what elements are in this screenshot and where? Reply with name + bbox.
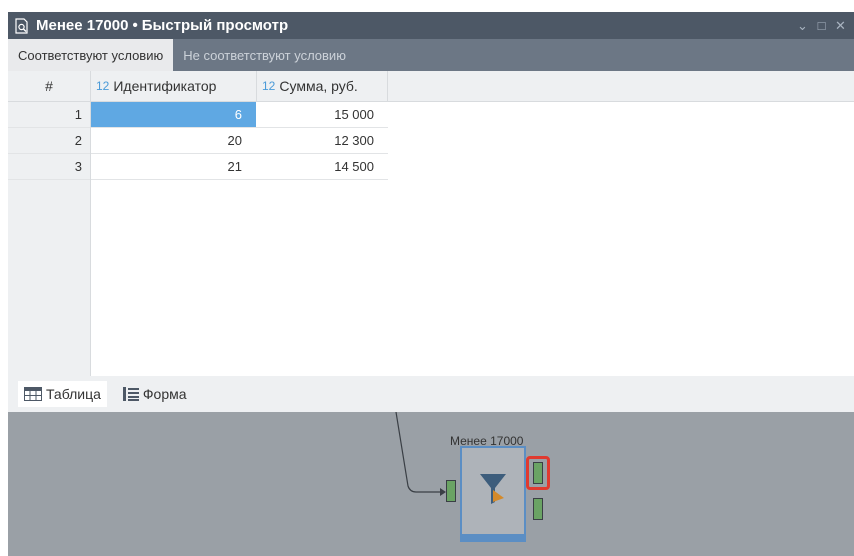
workflow-canvas[interactable]: Менее 17000: [8, 412, 854, 556]
chevron-down-icon[interactable]: ⌄: [793, 18, 812, 34]
connection-line: [395, 412, 440, 493]
column-divider: [90, 71, 91, 101]
column-header-row-number[interactable]: #: [8, 71, 90, 101]
quick-view-icon: [15, 17, 28, 34]
filter-node[interactable]: [460, 446, 526, 542]
input-port[interactable]: [446, 480, 456, 502]
sum-cell[interactable]: 12 300: [256, 128, 388, 154]
output-port-match[interactable]: [533, 462, 543, 484]
id-cell[interactable]: 21: [90, 154, 256, 180]
column-header-sum[interactable]: 12 Сумма, руб.: [256, 71, 388, 101]
view-table-label: Таблица: [46, 386, 101, 402]
column-divider: [387, 71, 388, 101]
sum-cell[interactable]: 15 000: [256, 102, 388, 128]
id-cell[interactable]: 20: [90, 128, 256, 154]
workflow-connections: [395, 412, 446, 496]
column-header-label: Идентификатор: [113, 78, 217, 94]
table-row[interactable]: 1 6 15 000: [8, 102, 388, 128]
tab-not-matching[interactable]: Не соответствуют условию: [173, 39, 356, 71]
title-bar: Менее 17000 • Быстрый просмотр ⌄ □ ✕: [8, 12, 854, 39]
title-subtitle: Быстрый просмотр: [141, 17, 289, 34]
table-row[interactable]: 3 21 14 500: [8, 154, 388, 180]
view-table-button[interactable]: Таблица: [18, 381, 107, 407]
row-number-cell: 3: [8, 154, 90, 180]
number-type-icon: 12: [96, 79, 110, 93]
table-icon: [24, 387, 42, 401]
window-controls: ⌄ □ ✕: [793, 12, 850, 39]
tab-matching[interactable]: Соответствуют условию: [8, 39, 174, 71]
column-divider: [256, 71, 257, 101]
column-header-id[interactable]: 12 Идентификатор: [90, 71, 256, 101]
filter-icon: [480, 474, 506, 504]
view-form-button[interactable]: Форма: [117, 381, 193, 407]
quick-view-window: Менее 17000 • Быстрый просмотр ⌄ □ ✕ Соотв…: [8, 12, 854, 556]
output-port-nonmatch[interactable]: [533, 498, 543, 520]
close-icon[interactable]: ✕: [831, 18, 850, 34]
row-number-cell: 2: [8, 128, 90, 154]
data-table: # 12 Идентификатор 12 Сумма, руб. 1 6 15…: [8, 71, 854, 376]
sum-cell[interactable]: 14 500: [256, 154, 388, 180]
column-header-label: #: [45, 78, 53, 94]
node-bottom-bar: [462, 534, 524, 540]
view-mode-bar: Таблица Форма: [8, 376, 854, 412]
table-header: # 12 Идентификатор 12 Сумма, руб.: [8, 71, 854, 102]
number-type-icon: 12: [262, 79, 276, 93]
form-icon: [122, 387, 139, 401]
row-number-divider: [90, 102, 91, 376]
tab-bar: Соответствуют условию Не соответствуют у…: [8, 39, 854, 71]
title-separator: •: [132, 17, 138, 34]
window-title: Менее 17000 • Быстрый просмотр: [36, 17, 288, 34]
column-header-label: Сумма, руб.: [279, 78, 358, 94]
id-cell[interactable]: 6: [90, 102, 256, 128]
title-node-name: Менее 17000: [36, 17, 129, 34]
table-row[interactable]: 2 20 12 300: [8, 128, 388, 154]
row-number-cell: 1: [8, 102, 90, 128]
view-form-label: Форма: [142, 386, 187, 402]
maximize-icon[interactable]: □: [812, 18, 831, 33]
